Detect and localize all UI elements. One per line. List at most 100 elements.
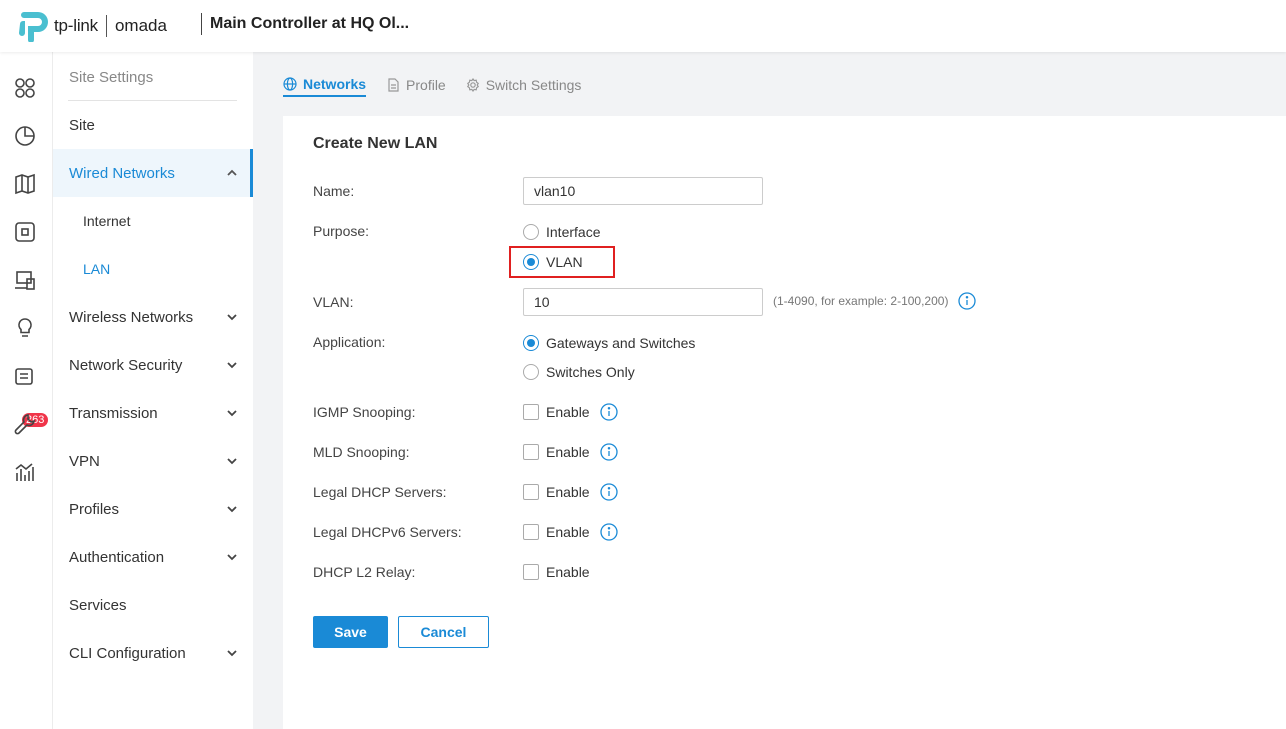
sidebar-item-authentication[interactable]: Authentication bbox=[53, 533, 253, 581]
igmp-snooping-label: IGMP Snooping: bbox=[313, 404, 416, 420]
mld-snooping-label: MLD Snooping: bbox=[313, 444, 410, 460]
application-gateways-switches-option[interactable]: Gateways and Switches bbox=[523, 335, 695, 351]
sidebar-item-cli-configuration[interactable]: CLI Configuration bbox=[53, 629, 253, 677]
application-label: Application: bbox=[313, 334, 386, 350]
sidebar-item-label: VPN bbox=[69, 452, 100, 470]
radio-label: Switches Only bbox=[546, 364, 635, 380]
legal-dhcp-servers-checkbox-row: Enable bbox=[523, 483, 618, 501]
sidebar-item-label: Wired Networks bbox=[69, 164, 175, 182]
chevron-down-icon bbox=[227, 506, 237, 513]
igmp-snooping-checkbox-row: Enable bbox=[523, 403, 618, 421]
sidebar-item-transmission[interactable]: Transmission bbox=[53, 389, 253, 437]
brand-tplink-text: tp-link bbox=[54, 16, 98, 35]
map-icon[interactable] bbox=[13, 172, 37, 196]
sidebar-item-wired-networks[interactable]: Wired Networks bbox=[53, 149, 253, 197]
name-input[interactable]: vlan10 bbox=[523, 177, 763, 205]
legal-dhcp-servers-label: Legal DHCP Servers: bbox=[313, 484, 447, 500]
brand-divider bbox=[105, 15, 107, 37]
sidebar-item-vpn[interactable]: VPN bbox=[53, 437, 253, 485]
sidebar-heading: Site Settings bbox=[69, 69, 154, 86]
purpose-interface-option[interactable]: Interface bbox=[523, 224, 600, 240]
form-title: Create New LAN bbox=[313, 135, 438, 152]
radio-label: Interface bbox=[546, 224, 601, 240]
legal-dhcpv6-servers-checkbox[interactable] bbox=[523, 524, 539, 540]
checkbox-label: Enable bbox=[546, 524, 590, 540]
sidebar-item-services[interactable]: Services bbox=[53, 581, 253, 629]
clients-icon[interactable] bbox=[13, 268, 37, 292]
logs-icon[interactable] bbox=[13, 364, 37, 388]
devices-icon[interactable] bbox=[13, 220, 37, 244]
dhcp-l2-relay-label: DHCP L2 Relay: bbox=[313, 564, 416, 580]
document-icon bbox=[388, 78, 399, 92]
legal-dhcpv6-servers-label: Legal DHCPv6 Servers: bbox=[313, 524, 462, 540]
info-icon[interactable] bbox=[599, 483, 618, 501]
igmp-snooping-checkbox[interactable] bbox=[523, 404, 539, 420]
cancel-button[interactable]: Cancel bbox=[398, 616, 489, 648]
sidebar-item-wireless-networks[interactable]: Wireless Networks bbox=[53, 293, 253, 341]
info-icon[interactable] bbox=[958, 292, 976, 310]
radio-button[interactable] bbox=[523, 224, 539, 240]
tools-icon[interactable] bbox=[13, 412, 37, 436]
mld-snooping-checkbox-row: Enable bbox=[523, 443, 618, 461]
application-switches-only-option[interactable]: Switches Only bbox=[523, 364, 635, 380]
chevron-down-icon bbox=[227, 314, 237, 321]
tab-profile[interactable]: Profile bbox=[386, 73, 446, 97]
sidebar-item-label: Wireless Networks bbox=[69, 308, 194, 326]
brand-omada-text: omada bbox=[114, 16, 167, 35]
legal-dhcp-servers-checkbox[interactable] bbox=[523, 484, 539, 500]
vlan-id-input[interactable]: 10 bbox=[523, 288, 763, 316]
gear-icon bbox=[466, 78, 479, 92]
sidebar-item-label: Profiles bbox=[69, 500, 120, 518]
chevron-down-icon bbox=[227, 650, 237, 657]
tab-networks[interactable]: Networks bbox=[283, 73, 367, 97]
info-icon[interactable] bbox=[599, 443, 618, 461]
tab-label: Switch Settings bbox=[485, 77, 582, 93]
chevron-down-icon bbox=[227, 458, 237, 465]
chevron-down-icon bbox=[227, 410, 237, 417]
tplink-omada-logo[interactable]: tp-link omada bbox=[16, 10, 167, 42]
dashboard-icon[interactable] bbox=[13, 76, 37, 100]
chevron-up-icon bbox=[227, 169, 237, 176]
globe-icon bbox=[283, 77, 297, 91]
purpose-label: Purpose: bbox=[313, 223, 370, 239]
legal-dhcpv6-servers-checkbox-row: Enable bbox=[523, 523, 618, 541]
sidebar-item-label: Services bbox=[69, 596, 127, 614]
icon-rail: 263 bbox=[0, 52, 53, 729]
sidebar-item-label: Network Security bbox=[69, 356, 183, 374]
info-icon[interactable] bbox=[599, 403, 618, 421]
sidebar-item-label: Internet bbox=[83, 213, 131, 229]
mld-snooping-checkbox[interactable] bbox=[523, 444, 539, 460]
sidebar-item-profiles[interactable]: Profiles bbox=[53, 485, 253, 533]
insights-icon[interactable] bbox=[13, 316, 37, 340]
info-icon[interactable] bbox=[599, 523, 618, 541]
tab-label: Profile bbox=[406, 77, 446, 93]
dhcp-l2-relay-checkbox[interactable] bbox=[523, 564, 539, 580]
controller-title[interactable]: Main Controller at HQ Ol... bbox=[210, 15, 409, 33]
sidebar-item-label: Transmission bbox=[69, 404, 158, 422]
statistics-icon[interactable] bbox=[13, 124, 37, 148]
save-button[interactable]: Save bbox=[313, 616, 388, 648]
reports-icon[interactable] bbox=[13, 460, 37, 484]
chevron-down-icon bbox=[227, 362, 237, 369]
radio-label: Gateways and Switches bbox=[546, 335, 696, 351]
tab-label: Networks bbox=[303, 76, 367, 92]
sidebar-item-label: LAN bbox=[83, 261, 111, 277]
dhcp-l2-relay-checkbox-row: Enable bbox=[523, 564, 590, 580]
sidebar-item-network-security[interactable]: Network Security bbox=[53, 341, 253, 389]
vlan-label: VLAN: bbox=[313, 294, 354, 310]
tab-switch-settings[interactable]: Switch Settings bbox=[466, 73, 582, 97]
sidebar-item-lan[interactable]: LAN bbox=[53, 245, 253, 293]
create-lan-panel: Create New LAN Name: vlan10 Purpose: Int… bbox=[283, 116, 1286, 729]
radio-button[interactable] bbox=[523, 364, 539, 380]
vlan-highlight-box bbox=[509, 246, 615, 278]
sidebar-item-internet[interactable]: Internet bbox=[53, 197, 253, 245]
tplink-logo-icon bbox=[19, 12, 48, 42]
sidebar-item-site[interactable]: Site bbox=[53, 101, 253, 149]
title-divider bbox=[201, 13, 202, 35]
vlan-hint: (1-4090, for example: 2-100,200) bbox=[773, 294, 949, 308]
checkbox-label: Enable bbox=[546, 404, 590, 420]
top-header: tp-link omada Main Controller at HQ Ol..… bbox=[0, 0, 1286, 52]
checkbox-label: Enable bbox=[546, 484, 590, 500]
sidebar-item-label: CLI Configuration bbox=[69, 644, 186, 662]
radio-button-selected[interactable] bbox=[523, 335, 539, 351]
